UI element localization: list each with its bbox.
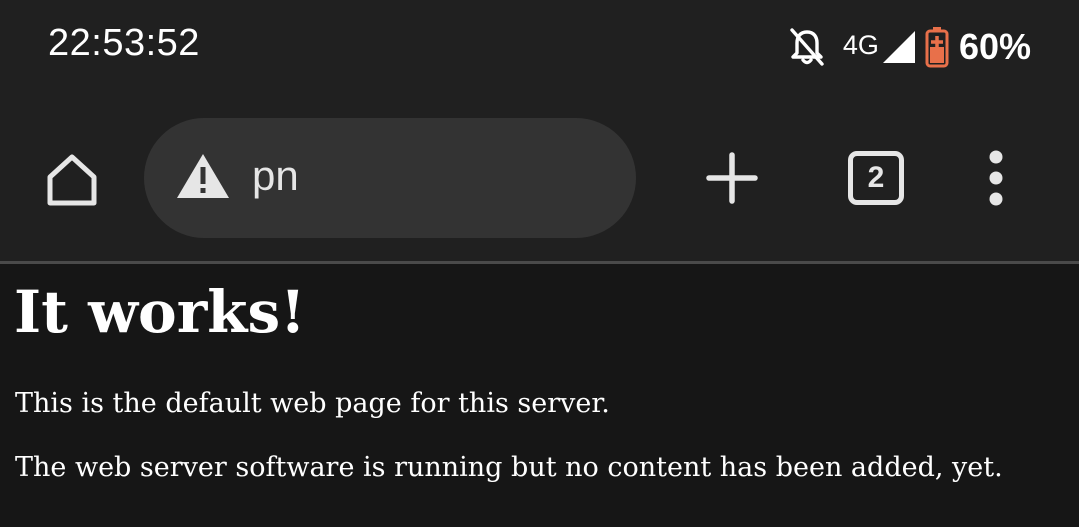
battery-percentage: 60% <box>958 26 1031 67</box>
more-vert-icon <box>989 150 1003 206</box>
home-icon <box>47 154 97 206</box>
plus-icon <box>706 152 758 204</box>
url-text[interactable]: pn <box>252 152 299 200</box>
tab-count: 2 <box>867 161 885 194</box>
phone-screen: 22:53:52 4G 60% pn 2 It works! This is t… <box>0 0 1079 527</box>
status-clock: 22:53:52 <box>48 22 200 64</box>
overflow-menu-button[interactable] <box>974 150 1018 206</box>
browser-toolbar: pn 2 <box>0 95 1079 261</box>
status-bar: 22:53:52 4G 60% <box>0 0 1079 95</box>
network-type-label: 4G <box>842 29 879 60</box>
status-indicators: 4G 60% <box>789 24 1031 70</box>
new-tab-button[interactable] <box>704 150 760 206</box>
page-heading: It works! <box>14 278 306 346</box>
signal-icon <box>882 31 915 63</box>
home-button[interactable] <box>40 148 104 212</box>
tab-switcher-button[interactable]: 2 <box>848 151 904 205</box>
address-bar[interactable]: pn <box>144 118 636 238</box>
warning-icon[interactable] <box>175 152 231 200</box>
battery-icon <box>925 27 949 68</box>
web-page-content: It works! This is the default web page f… <box>0 264 1079 527</box>
page-paragraph: This is the default web page for this se… <box>15 388 610 419</box>
notifications-off-icon <box>790 28 824 66</box>
page-paragraph: The web server software is running but n… <box>15 452 1003 483</box>
